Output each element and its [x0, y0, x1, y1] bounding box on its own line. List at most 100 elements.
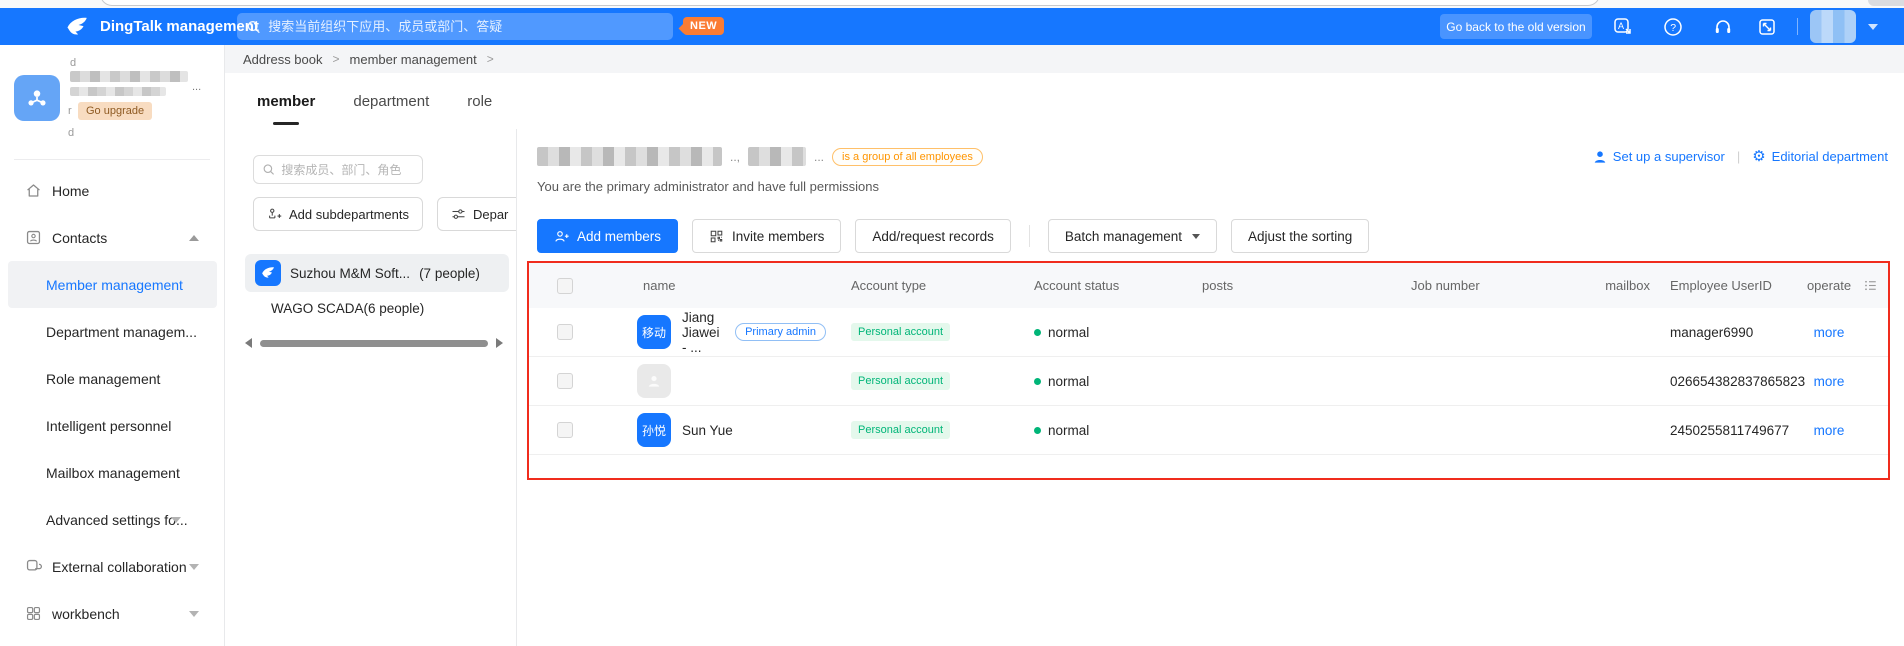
editorial-department-link[interactable]: ⚙ Editorial department	[1752, 149, 1888, 164]
col-header-name[interactable]: name	[601, 278, 826, 293]
help-icon[interactable]: ?	[1662, 16, 1684, 38]
home-icon	[24, 182, 42, 200]
table-row[interactable]: 孙悦 Sun Yue Personal account normal 24502…	[529, 406, 1888, 455]
member-main-panel: .., ... is a group of all employees You …	[517, 129, 1904, 646]
redacted-org-name-2	[70, 87, 166, 96]
member-actions-toolbar: Add members Invite members Add/request r…	[537, 219, 1369, 253]
sidebar-item-workbench[interactable]: workbench	[0, 590, 225, 637]
table-row[interactable]: 移动 Jiang Jiawei - ... Primary admin Pers…	[529, 308, 1888, 357]
add-members-button[interactable]: Add members	[537, 219, 678, 253]
caret-down-icon	[1192, 234, 1200, 239]
tree-node-root[interactable]: Suzhou M&M Soft... (7 people)	[245, 254, 509, 292]
department-filter-button[interactable]: Depar	[437, 197, 517, 231]
sidebar-item-mailbox-management[interactable]: Mailbox management	[0, 449, 225, 496]
account-type-badge: Personal account	[851, 372, 950, 390]
tab-department[interactable]: department	[353, 73, 429, 129]
sidebar-item-label: External collaboration	[52, 559, 187, 575]
tree-search-input[interactable]	[281, 163, 413, 177]
account-caret-down-icon[interactable]	[1868, 24, 1878, 30]
tree-node-wago[interactable]: WAGO SCADA(6 people)	[271, 301, 424, 316]
user-avatar[interactable]	[1810, 10, 1856, 43]
sidebar-item-home[interactable]: Home	[0, 167, 225, 214]
translate-icon[interactable]: A	[1612, 16, 1634, 38]
sidebar-item-intelligent-personnel[interactable]: Intelligent personnel	[0, 402, 225, 449]
app-title: DingTalk management	[100, 8, 259, 45]
scroll-left-icon[interactable]	[245, 338, 252, 348]
col-header-operate[interactable]: operate	[1806, 278, 1852, 293]
sidebar-item-label: Intelligent personnel	[46, 418, 171, 434]
breadcrumb-address-book[interactable]: Address book	[243, 52, 323, 67]
global-search[interactable]	[237, 13, 673, 40]
add-subdepartments-label: Add subdepartments	[289, 207, 409, 222]
department-tree-panel: Add subdepartments Depar	[225, 129, 517, 646]
sidebar-item-advanced-settings[interactable]: Advanced settings fo...	[0, 496, 225, 543]
org-header-row: .., ... is a group of all employees	[537, 147, 983, 166]
global-search-input[interactable]	[268, 19, 663, 34]
set-supervisor-link[interactable]: Set up a supervisor	[1593, 149, 1725, 164]
member-name[interactable]: Sun Yue	[682, 423, 733, 438]
sidebar-item-role-management[interactable]: Role management	[0, 355, 225, 402]
remnant-blob	[1868, 0, 1904, 6]
col-header-mailbox[interactable]: mailbox	[1556, 278, 1656, 293]
redacted-fragment: r	[68, 105, 72, 117]
col-header-account-status[interactable]: Account status	[1006, 278, 1176, 293]
breadcrumb-member-management[interactable]: member management	[350, 52, 477, 67]
more-link[interactable]: more	[1814, 423, 1845, 438]
row-checkbox[interactable]	[557, 373, 573, 389]
status-dot	[1034, 329, 1041, 336]
sidebar-item-member-management[interactable]: Member management	[8, 261, 217, 308]
column-settings-icon[interactable]	[1852, 278, 1888, 293]
add-request-records-button[interactable]: Add/request records	[855, 219, 1011, 253]
headset-icon[interactable]	[1712, 16, 1734, 38]
employee-userid-cell: manager6990	[1656, 325, 1806, 340]
col-header-job-number[interactable]: Job number	[1381, 278, 1556, 293]
employee-userid-cell: 026654382837865823	[1656, 374, 1806, 389]
member-avatar: 孙悦	[637, 413, 671, 447]
fullscreen-icon[interactable]	[1756, 16, 1778, 38]
batch-management-button[interactable]: Batch management	[1048, 219, 1217, 253]
status-dot	[1034, 378, 1041, 385]
actions-divider	[1029, 225, 1030, 247]
topbar-divider	[1797, 18, 1798, 35]
sidebar-item-label: Mailbox management	[46, 465, 180, 481]
tree-search[interactable]	[253, 155, 423, 184]
col-header-account-type[interactable]: Account type	[826, 278, 1006, 293]
external-collaboration-icon	[24, 558, 42, 576]
go-upgrade-badge[interactable]: Go upgrade	[78, 102, 152, 120]
person-icon	[646, 373, 662, 389]
tree-horizontal-scrollbar[interactable]	[245, 337, 503, 349]
admin-permission-text: You are the primary administrator and ha…	[537, 179, 879, 194]
row-checkbox[interactable]	[557, 422, 573, 438]
company-name-ellipsis-2: ...	[814, 150, 824, 164]
adjust-sorting-button[interactable]: Adjust the sorting	[1231, 219, 1369, 253]
more-link[interactable]: more	[1814, 325, 1845, 340]
editorial-department-label: Editorial department	[1772, 149, 1888, 164]
sidebar-item-contacts[interactable]: Contacts	[0, 214, 225, 261]
tab-role[interactable]: role	[467, 73, 492, 129]
org-name-ellipsis: ...	[192, 81, 201, 93]
company-name-ellipsis: ..,	[730, 150, 740, 164]
select-all-checkbox[interactable]	[557, 278, 573, 294]
col-header-posts[interactable]: posts	[1176, 278, 1381, 293]
tab-member[interactable]: member	[257, 73, 315, 129]
old-version-button[interactable]: Go back to the old version	[1440, 14, 1592, 39]
more-link[interactable]: more	[1814, 374, 1845, 389]
caret-down-icon	[189, 611, 199, 617]
scrollbar-thumb[interactable]	[260, 340, 488, 347]
sidebar-item-external-collaboration[interactable]: External collaboration	[0, 543, 225, 590]
table-row[interactable]: Personal account normal 0266543828378658…	[529, 357, 1888, 406]
org-avatar-icon[interactable]	[14, 75, 60, 121]
breadcrumb: Address book > member management >	[225, 45, 1904, 73]
member-avatar: 移动	[637, 315, 671, 349]
person-icon	[1593, 150, 1607, 164]
sidebar-item-department-management[interactable]: Department managem...	[0, 308, 225, 355]
employee-userid-cell: 2450255811749677	[1656, 423, 1806, 438]
col-header-employee-userid[interactable]: Employee UserID	[1656, 278, 1806, 293]
scroll-right-icon[interactable]	[496, 338, 503, 348]
invite-members-button[interactable]: Invite members	[692, 219, 841, 253]
member-table-highlight-box: name Account type Account status posts J…	[527, 261, 1890, 480]
member-name[interactable]: Jiang Jiawei - ...	[682, 310, 724, 355]
caret-down-icon	[171, 517, 181, 523]
row-checkbox[interactable]	[557, 324, 573, 340]
add-subdepartments-button[interactable]: Add subdepartments	[253, 197, 423, 231]
